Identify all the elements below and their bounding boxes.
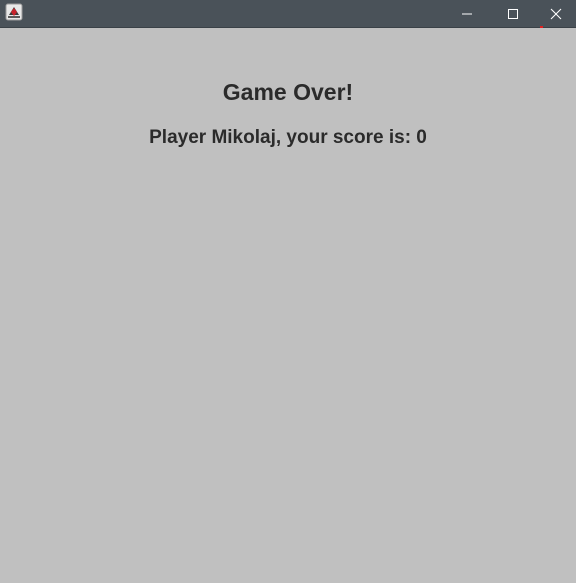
minimize-icon: [462, 13, 472, 14]
java-app-icon: [5, 3, 23, 21]
maximize-icon: [508, 8, 518, 19]
score-message: Player Mikolaj, your score is: 0: [149, 127, 427, 148]
close-button[interactable]: [536, 0, 576, 27]
maximize-button[interactable]: [490, 0, 536, 27]
game-over-title: Game Over!: [222, 79, 354, 105]
title-bar[interactable]: [0, 0, 576, 28]
close-icon: [550, 8, 562, 19]
minimize-button[interactable]: [444, 0, 490, 27]
game-window: Game Over! Player Mikolaj, your score is…: [0, 0, 576, 583]
game-over-panel: Game Over! Player Mikolaj, your score is…: [0, 28, 576, 583]
